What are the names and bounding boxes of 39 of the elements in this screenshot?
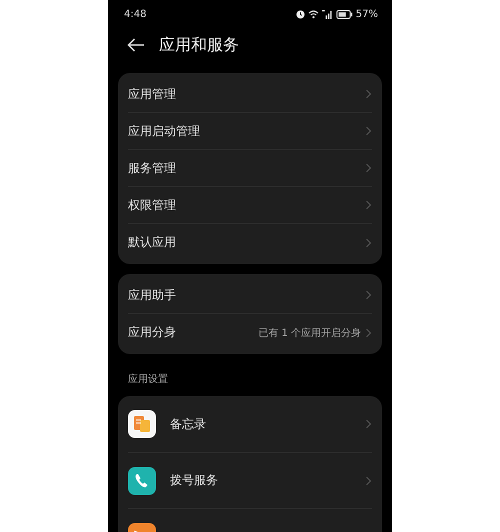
- phone-app-icon: [128, 466, 156, 494]
- settings-row[interactable]: 应用管理: [128, 76, 372, 113]
- row-label: 拨号服务: [170, 472, 219, 489]
- chevron-right-icon: [365, 126, 372, 136]
- row-value: 已有 1 个应用开启分身: [258, 326, 361, 340]
- section-title: 应用设置: [127, 372, 169, 387]
- alarm-icon: [296, 10, 305, 18]
- status-time: 4:48: [124, 8, 146, 20]
- row-label: 应用助手: [128, 286, 177, 304]
- notes-app-icon: [128, 410, 156, 438]
- chevron-right-icon: [365, 419, 372, 429]
- settings-row[interactable]: 应用分身 已有 1 个应用开启分身: [128, 314, 372, 351]
- back-icon[interactable]: [127, 38, 145, 52]
- signal-icon: [322, 10, 333, 18]
- chevron-right-icon: [365, 238, 372, 248]
- row-label: 备忘录: [170, 416, 207, 432]
- chevron-right-icon: [365, 89, 372, 99]
- row-label: 服务管理: [128, 160, 177, 176]
- battery-icon: [336, 10, 353, 18]
- row-label: 应用启动管理: [128, 122, 201, 140]
- wifi-icon: [308, 10, 319, 18]
- settings-row[interactable]: 应用启动管理: [128, 113, 372, 150]
- row-label: 默认应用: [128, 234, 177, 251]
- app-row[interactable]: 备忘录: [128, 396, 372, 452]
- settings-row[interactable]: 应用助手: [128, 277, 372, 314]
- chevron-right-icon: [365, 163, 372, 173]
- chevron-right-icon: [365, 476, 372, 486]
- settings-row[interactable]: 权限管理: [128, 187, 372, 224]
- app-row[interactable]: 拨号服务: [128, 452, 372, 508]
- chevron-right-icon: [365, 328, 372, 338]
- row-label: 应用管理: [128, 86, 177, 102]
- chevron-right-icon: [365, 200, 372, 210]
- settings-row[interactable]: 默认应用: [128, 224, 372, 261]
- battery-level: 57%: [356, 8, 378, 20]
- row-label: 应用分身: [128, 324, 177, 341]
- chevron-right-icon: [365, 290, 372, 300]
- page-title: 应用和服务: [159, 34, 239, 56]
- settings-row[interactable]: 服务管理: [128, 150, 372, 187]
- row-label: 权限管理: [128, 196, 177, 214]
